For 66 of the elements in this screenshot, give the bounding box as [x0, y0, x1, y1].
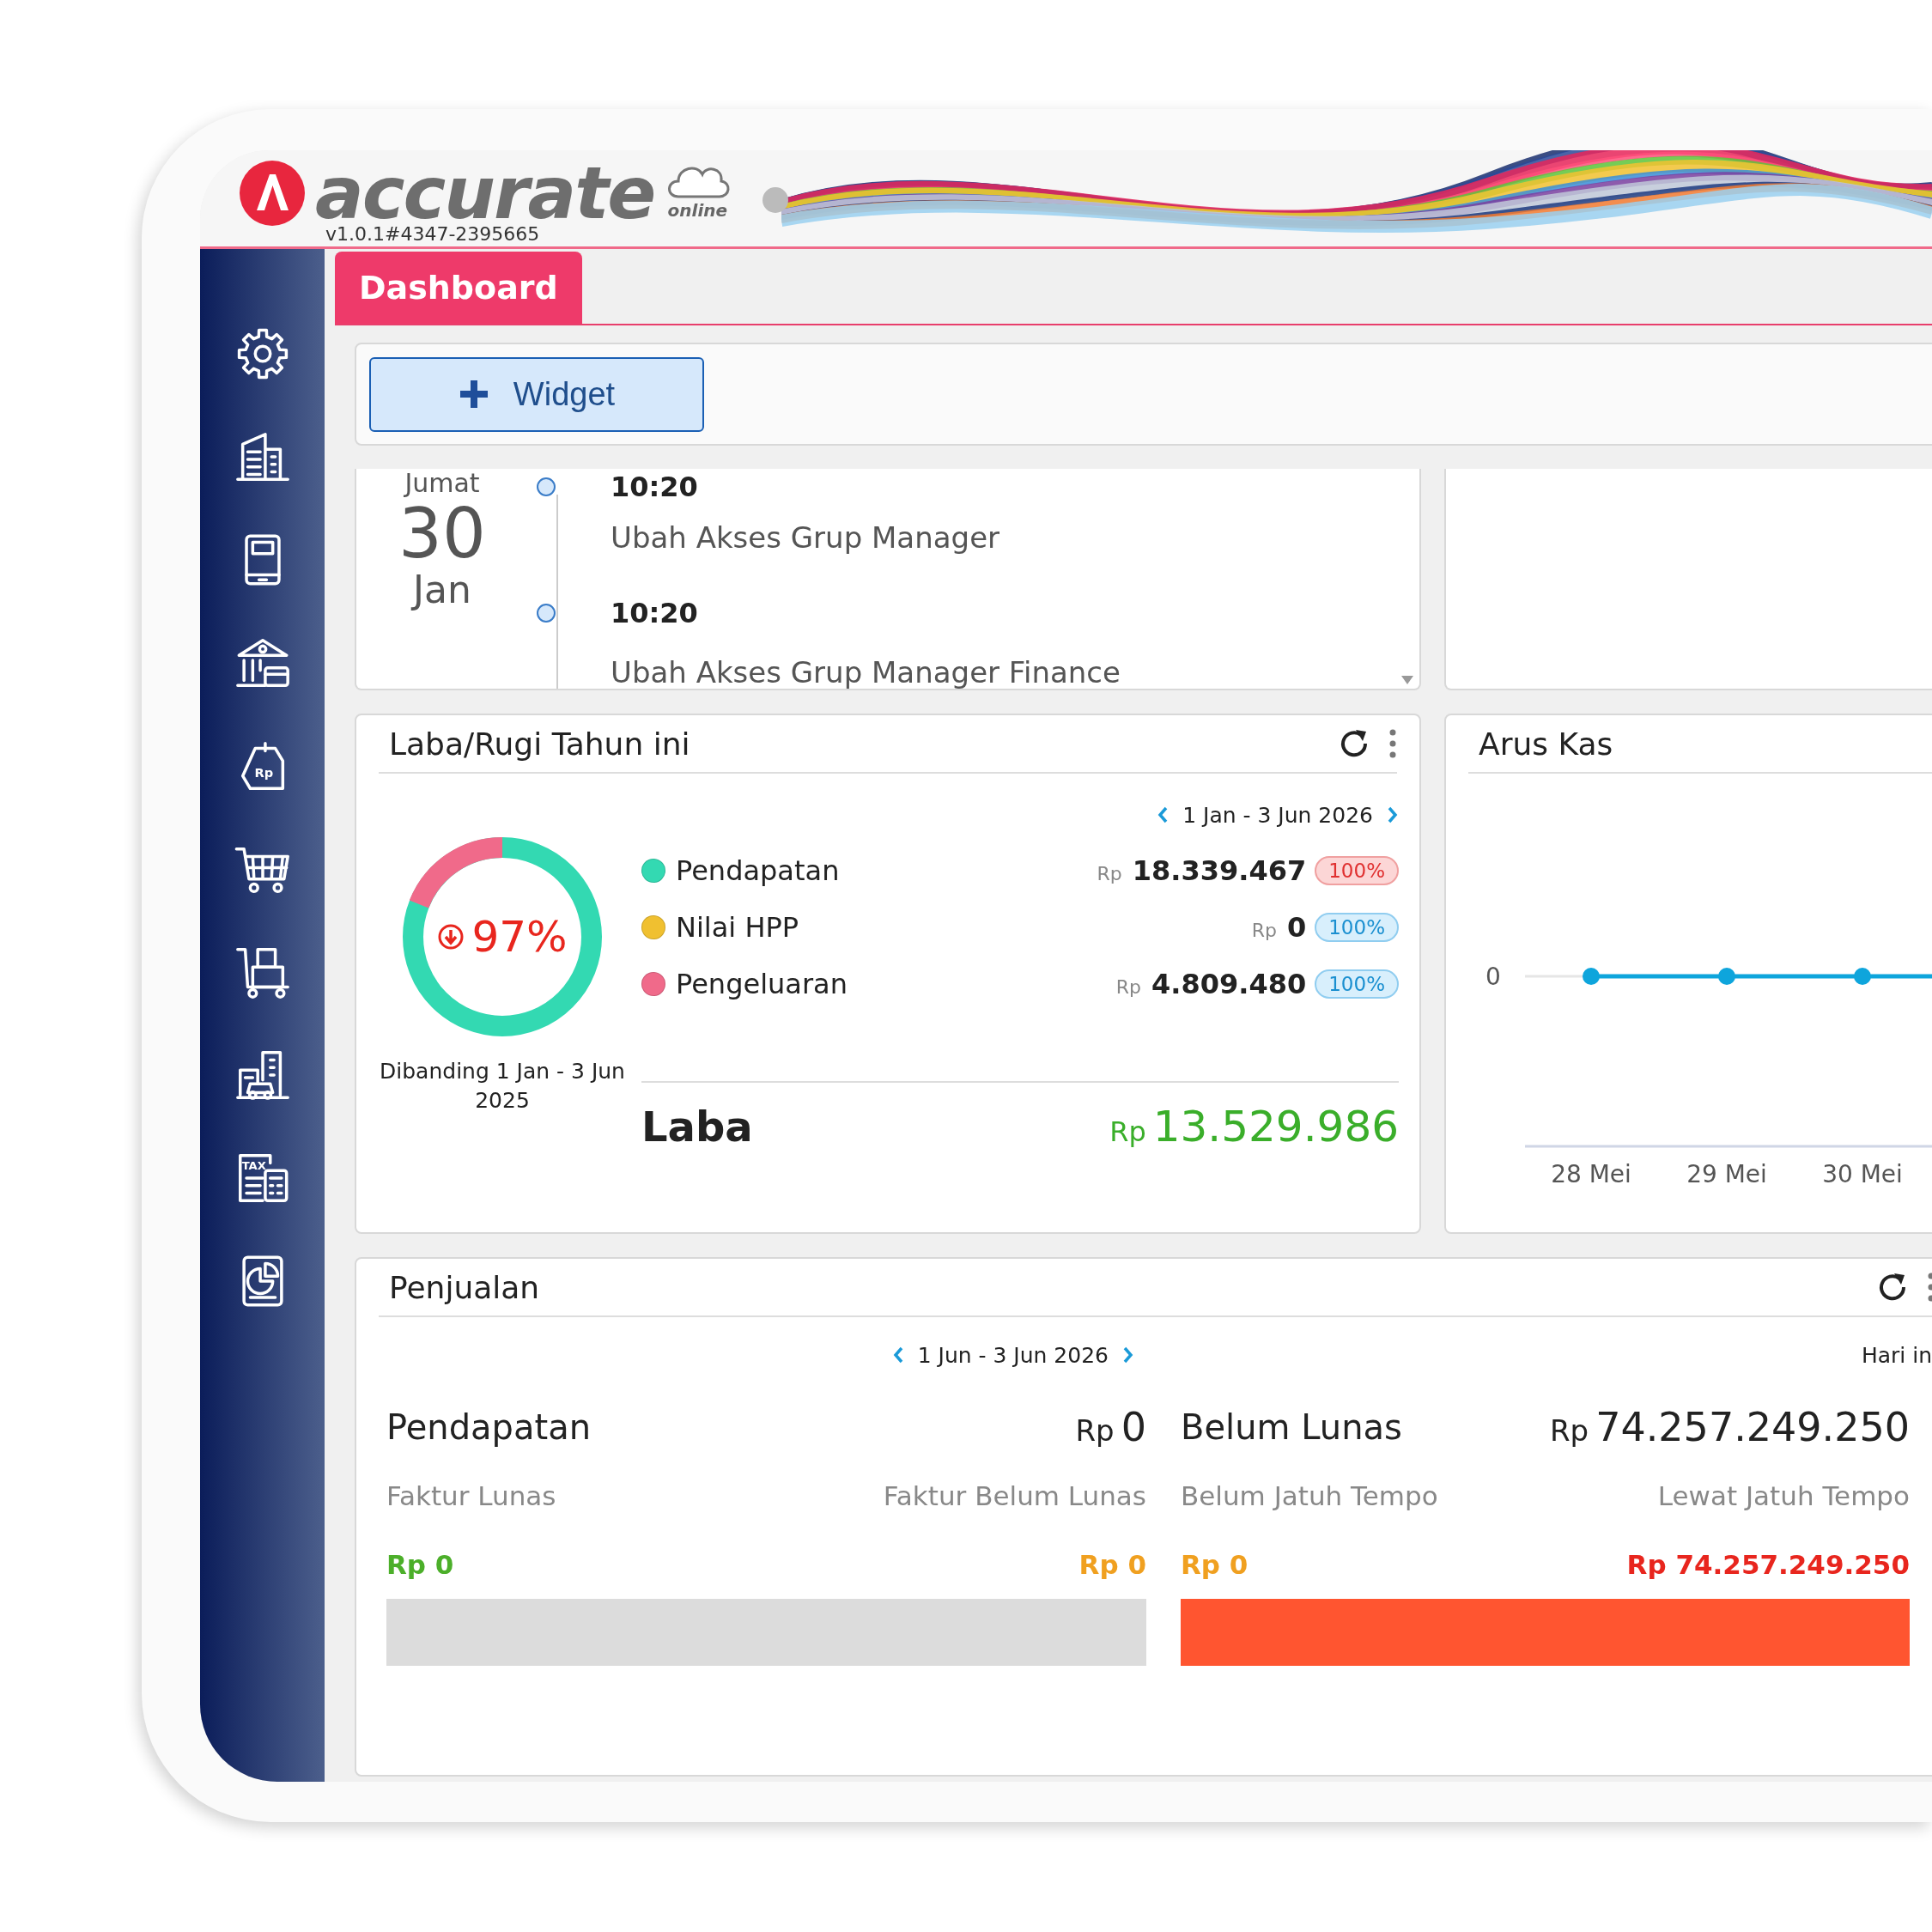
- period-label: 1 Jan - 3 Jun 2026: [1182, 802, 1373, 828]
- entry-text: Ubah Akses Grup Manager Finance: [611, 654, 1121, 690]
- invoice-label: Faktur Belum Lunas: [883, 1480, 1146, 1511]
- x-axis-label: 28 Mei: [1551, 1160, 1631, 1188]
- next-button[interactable]: [1387, 805, 1399, 824]
- comparison-label: Dibanding 1 Jan - 3 Jun 2025: [379, 1058, 626, 1115]
- legend-label: Nilai HPP: [676, 911, 800, 944]
- change-percent: 97%: [471, 912, 568, 962]
- day-name: Jumat: [404, 469, 480, 498]
- percent-badge: 100%: [1315, 913, 1399, 942]
- status-dot: [762, 187, 788, 213]
- percent-badge: 100%: [1315, 969, 1399, 999]
- currency-label: Rp: [1075, 1413, 1115, 1448]
- more-icon: [1388, 728, 1397, 759]
- legend-label: Pendapatan: [676, 854, 841, 887]
- add-widget-button[interactable]: Widget: [369, 356, 704, 432]
- currency-label: Rp: [1549, 1413, 1589, 1448]
- invoice-value: Rp 0: [1078, 1549, 1146, 1580]
- percent-badge: 100%: [1315, 856, 1399, 885]
- invoice-value: Rp 0: [386, 1549, 454, 1580]
- day-number: 30: [398, 498, 486, 570]
- logo-subtitle: online: [667, 202, 728, 219]
- entry-time: 10:20: [611, 471, 699, 503]
- invoice-value: Rp 74.257.249.250: [1626, 1549, 1910, 1580]
- chevron-left-icon: [1157, 805, 1170, 824]
- amount: 4.809.480: [1151, 968, 1307, 1000]
- chevron-right-icon: [1122, 1346, 1134, 1364]
- currency-label: Rp: [1109, 1115, 1146, 1148]
- timeline-dot: [537, 477, 556, 496]
- previous-button[interactable]: [891, 1346, 904, 1364]
- y-axis-label: 0: [1485, 963, 1501, 991]
- currency-label: Rp: [1251, 919, 1277, 941]
- total-label: Laba: [641, 1103, 754, 1151]
- entry-text: Ubah Akses Grup Manager: [611, 519, 1001, 555]
- more-button[interactable]: [1388, 728, 1397, 759]
- previous-button[interactable]: [1157, 805, 1170, 824]
- widget-title: Arus Kas: [1479, 726, 1613, 762]
- plus-icon: [458, 379, 489, 410]
- scroll-down-icon: [1400, 675, 1414, 685]
- invoice-label: Lewat Jatuh Tempo: [1657, 1480, 1910, 1511]
- timeline-dot: [537, 604, 556, 623]
- invoice-value: Rp 0: [1181, 1549, 1249, 1580]
- dashboard-tab[interactable]: Dashboard: [335, 252, 582, 324]
- amount: 18.339.467: [1132, 854, 1307, 887]
- logo-icon: [238, 159, 307, 228]
- widget-title: Laba/Rugi Tahun ini: [389, 726, 690, 762]
- amount: 0: [1286, 911, 1307, 944]
- legend-label: Pengeluaran: [676, 968, 848, 1000]
- group-title: Belum Lunas: [1181, 1407, 1402, 1447]
- total-amount: 13.529.986: [1152, 1102, 1399, 1151]
- period-label: 1 Jun - 3 Jun 2026: [917, 1342, 1109, 1368]
- currency-label: Rp: [1115, 975, 1142, 998]
- entry-time: 10:20: [611, 597, 699, 629]
- invoice-label: Belum Jatuh Tempo: [1181, 1480, 1438, 1511]
- x-axis-label: 30 Mei: [1822, 1160, 1903, 1188]
- group-amount: 0: [1121, 1404, 1146, 1450]
- group-amount: 74.257.249.250: [1595, 1404, 1910, 1450]
- chevron-right-icon: [1387, 805, 1399, 824]
- currency-label: Rp: [1097, 862, 1122, 884]
- chevron-left-icon: [891, 1346, 904, 1364]
- today-label: Hari in: [1861, 1342, 1932, 1368]
- x-axis-label: 29 Mei: [1686, 1160, 1767, 1188]
- next-button[interactable]: [1122, 1346, 1134, 1364]
- invoice-label: Faktur Lunas: [386, 1480, 556, 1511]
- widget-title: Penjualan: [389, 1269, 540, 1305]
- group-title: Pendapatan: [386, 1407, 591, 1447]
